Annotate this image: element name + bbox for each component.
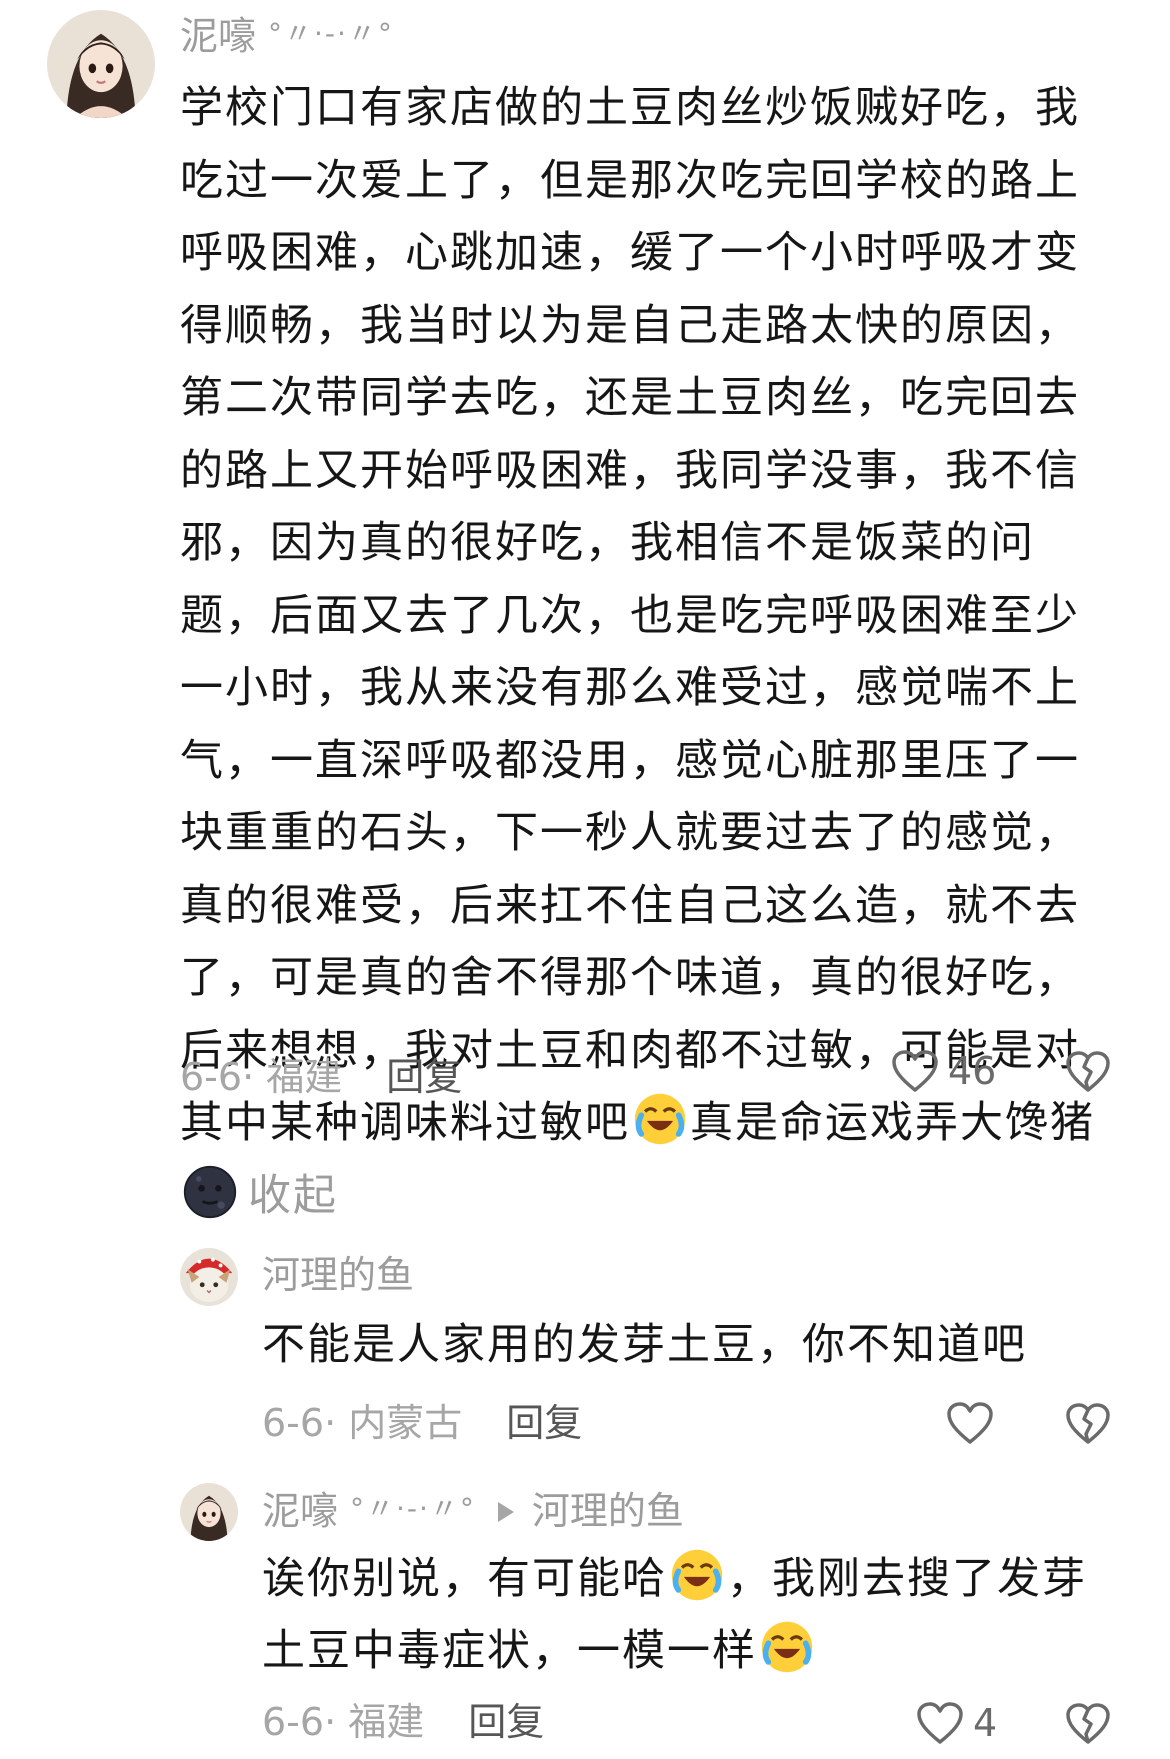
reply-arrow-icon (497, 1502, 514, 1522)
reply-button[interactable]: 回复 (468, 1700, 544, 1744)
reply-location: 福建 (348, 1700, 425, 1744)
comment-meta: 6-6· 福建 回复 (180, 1055, 463, 1099)
reply-text-part1: 诶你别说，有可能哈 (262, 1554, 667, 1604)
reply-to-username[interactable]: 河理的鱼 (532, 1489, 684, 1533)
broken-heart-icon (1066, 1403, 1110, 1444)
comment-location: 福建 (266, 1055, 343, 1099)
reply-date: 6-6 (262, 1401, 325, 1445)
like-count: 46 (948, 1049, 997, 1093)
like-button[interactable] (945, 1400, 995, 1446)
broken-heart-icon (1066, 1051, 1110, 1092)
username-decoration: °〃·-·〃° (268, 17, 394, 50)
reply-button[interactable]: 回复 (506, 1401, 582, 1445)
heart-icon (947, 1402, 993, 1444)
username-text: 泥嚎 (180, 14, 257, 58)
avatar[interactable] (47, 10, 155, 118)
dark-moon-face-emoji (182, 1164, 238, 1220)
reply-date: 6-6 (262, 1700, 325, 1744)
reply-button[interactable]: 回复 (386, 1055, 462, 1099)
comment-date: 6-6 (180, 1055, 243, 1099)
collapse-button[interactable]: 收起 (248, 1171, 338, 1221)
dislike-button[interactable] (1065, 1702, 1111, 1746)
dislike-button[interactable] (1065, 1050, 1111, 1094)
avatar[interactable] (180, 1483, 238, 1541)
dislike-button[interactable] (1065, 1402, 1111, 1446)
reply-location: 内蒙古 (348, 1401, 463, 1445)
reply-username[interactable]: 河理的鱼 (262, 1253, 414, 1297)
heart-icon (917, 1702, 963, 1744)
crying-laughing-emoji (669, 1547, 725, 1603)
comment-username[interactable]: 泥嚎 °〃·-·〃° (180, 12, 394, 58)
crying-laughing-emoji (759, 1619, 815, 1675)
reply-username[interactable]: 泥嚎 °〃·-·〃° 河理的鱼 (262, 1487, 684, 1533)
reply-meta: 6-6· 福建 回复 (262, 1700, 545, 1744)
crying-laughing-emoji (632, 1091, 688, 1147)
comment-text-body: 学校门口有家店做的土豆肉丝炒饭贼好吃，我吃过一次爱上了，但是那次吃完回学校的路上… (180, 83, 1080, 1148)
like-count: 4 (973, 1701, 998, 1745)
username-text: 泥嚎 (262, 1489, 339, 1533)
reply-text: 不能是人家用的发芽土豆，你不知道吧 (262, 1320, 1027, 1370)
avatar[interactable] (180, 1248, 238, 1306)
like-button[interactable]: 4 (915, 1700, 997, 1746)
heart-icon (892, 1050, 938, 1092)
reply-text: 诶你别说，有可能哈 ，我刚去搜了发芽土豆中毒症状，一模一样 (262, 1543, 1102, 1687)
reply-meta: 6-6· 内蒙古 回复 (262, 1401, 583, 1445)
comment-text-end: 真是命运戏弄大馋猪 (690, 1098, 1095, 1148)
broken-heart-icon (1066, 1703, 1110, 1744)
like-button[interactable]: 46 (890, 1048, 996, 1094)
username-decoration: °〃·-·〃° (350, 1492, 476, 1525)
